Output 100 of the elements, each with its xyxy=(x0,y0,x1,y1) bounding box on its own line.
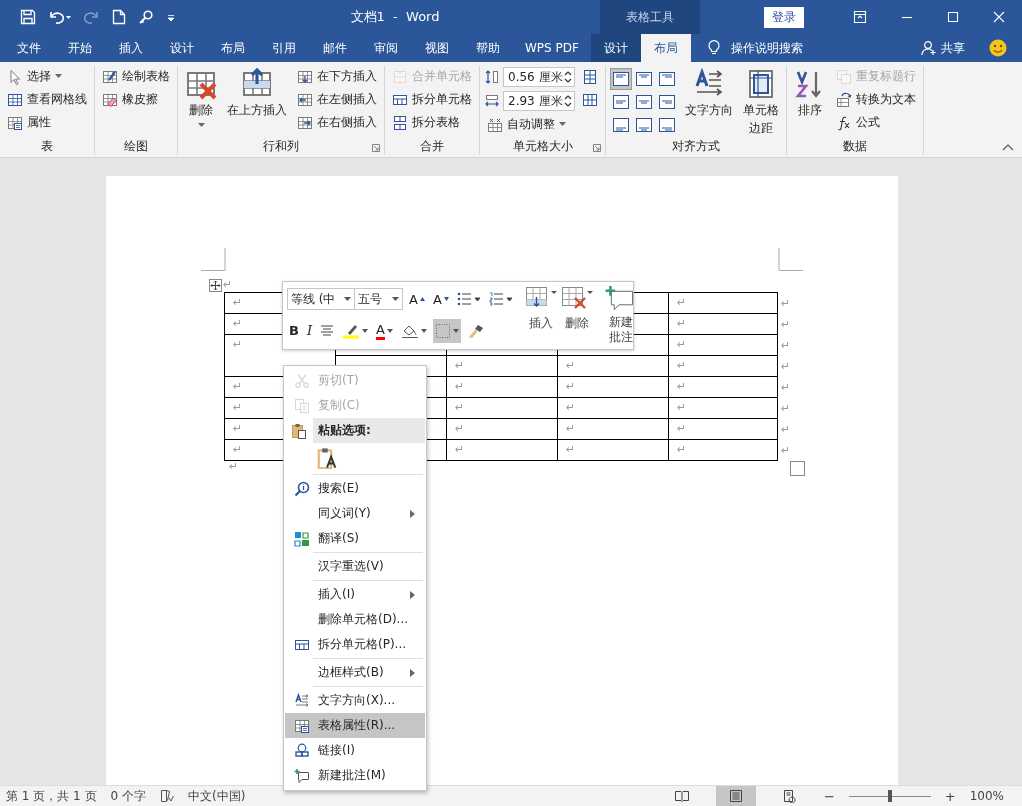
ribbon-button[interactable]: 拆分单元格 xyxy=(389,89,475,110)
row-end-mark: ↵ xyxy=(781,359,791,373)
ribbon-button[interactable]: 在右侧插入 xyxy=(294,112,380,133)
save-icon[interactable] xyxy=(20,9,36,25)
distribute-rows-icon xyxy=(582,68,598,85)
menu-item[interactable]: 搜索(E) xyxy=(285,476,425,501)
font-size-field[interactable]: 五号 xyxy=(354,288,403,310)
zoom-out-button[interactable]: − xyxy=(823,788,835,804)
ribbon-tab[interactable]: 布局 xyxy=(207,34,258,62)
number-field[interactable]: 0.56 厘米 xyxy=(503,67,575,87)
word-count[interactable]: 0 个字 xyxy=(110,787,146,805)
view-icon xyxy=(673,789,690,803)
caret-icon xyxy=(420,329,427,333)
ribbon-button[interactable]: 删除 xyxy=(182,66,220,130)
close-icon[interactable] xyxy=(993,11,1005,23)
menu-item[interactable]: 汉字重选(V) xyxy=(285,554,425,579)
ribbon-tab[interactable]: 插入 xyxy=(105,34,156,62)
ribbon-tab[interactable]: 设计 xyxy=(156,34,207,62)
ribbon-tab[interactable]: 开始 xyxy=(54,34,105,62)
ribbon-button[interactable]: 拆分表格 xyxy=(389,112,475,133)
row-end-mark: ↵ xyxy=(781,296,791,310)
cell-end-mark: ↵ xyxy=(677,317,687,330)
proofing-icon[interactable] xyxy=(160,789,174,803)
row-end-mark: ↵ xyxy=(781,380,791,394)
grow-font-button[interactable]: A xyxy=(407,287,427,311)
sign-in-button[interactable]: 登录 xyxy=(764,6,804,28)
language[interactable]: 中文(中国) xyxy=(188,787,246,805)
ribbon-tab[interactable]: 邮件 xyxy=(309,34,360,62)
key-icon[interactable] xyxy=(138,9,154,25)
ribbon-button[interactable]: 属性 xyxy=(4,112,90,133)
shrink-font-button[interactable]: A xyxy=(430,287,451,311)
align-button[interactable] xyxy=(610,68,632,90)
brush-icon xyxy=(466,323,485,339)
ribbon-button[interactable]: 在下方插入 xyxy=(294,66,380,87)
ribbon-button[interactable]: 公式 xyxy=(833,112,919,133)
ribbon-button[interactable]: 在上方插入 xyxy=(224,66,290,120)
ribbon-button[interactable]: 绘制表格 xyxy=(99,66,173,87)
ribbon-tab[interactable]: 文件 xyxy=(3,34,54,62)
bold-button[interactable]: B xyxy=(287,319,301,343)
ribbon-tab[interactable]: WPS PDF xyxy=(513,34,591,62)
delete-button[interactable]: 删除 xyxy=(558,286,595,345)
menu-item[interactable]: 表格属性(R)... xyxy=(285,713,425,738)
ribbon-tab[interactable]: 布局 xyxy=(640,34,691,62)
ribbon-button[interactable]: 排序 xyxy=(791,66,829,120)
ribbon-button[interactable]: 在左侧插入 xyxy=(294,89,380,110)
ribbon-display-options-icon[interactable] xyxy=(853,10,867,24)
ribbon-tab[interactable]: 帮助 xyxy=(462,34,513,62)
ribbon-tab[interactable]: 设计 xyxy=(590,34,641,62)
zoom-in-button[interactable]: + xyxy=(944,788,956,804)
font-field[interactable]: 等线 (中 xyxy=(287,288,355,310)
cell-end-mark: ↵ xyxy=(233,422,243,435)
ribbon-button[interactable]: 文字方向 xyxy=(682,66,736,120)
page-count[interactable]: 第 1 页，共 1 页 xyxy=(6,787,97,805)
ribbon-tab[interactable]: 审阅 xyxy=(360,34,411,62)
zoom-level[interactable]: 100% xyxy=(969,789,1004,803)
new-comment-button[interactable]: 新建 批注 xyxy=(602,286,639,345)
collapse-ribbon-icon[interactable] xyxy=(1002,143,1014,151)
table-move-handle[interactable] xyxy=(209,278,222,292)
ribbon-button[interactable]: 自动调整 xyxy=(484,114,575,135)
italic-button[interactable]: I xyxy=(304,319,315,343)
align-center-icon xyxy=(320,325,335,337)
ribbon-button[interactable]: 查看网格线 xyxy=(4,89,90,110)
menu-item[interactable]: 链接(I) xyxy=(285,738,425,763)
menu-item[interactable]: 新建批注(M) xyxy=(285,763,425,788)
table-resize-handle[interactable] xyxy=(790,461,805,476)
menu-item[interactable]: 翻译(S) xyxy=(285,526,425,551)
maximize-icon[interactable] xyxy=(947,11,959,23)
menu-item[interactable]: 边框样式(B) xyxy=(285,660,425,685)
number-field[interactable]: 2.93 厘米 xyxy=(503,91,575,111)
print-layout-icon[interactable] xyxy=(715,786,756,806)
smiley-icon[interactable] xyxy=(989,39,1007,57)
menu-item[interactable]: 删除单元格(D)... xyxy=(285,607,425,632)
ribbon-tab[interactable]: 视图 xyxy=(411,34,462,62)
dialog-launcher-icon[interactable] xyxy=(593,144,601,152)
insert-button[interactable]: 插入 xyxy=(522,286,559,345)
view-icon xyxy=(727,789,744,803)
ribbon-tab[interactable]: 引用 xyxy=(258,34,309,62)
ribbon-button[interactable]: 转换为文本 xyxy=(833,89,919,110)
new-document-icon[interactable] xyxy=(112,9,126,25)
ribbon-button[interactable]: 橡皮擦 xyxy=(99,89,173,110)
borders-button[interactable] xyxy=(432,319,461,343)
tell-me-search[interactable]: 操作说明搜索 xyxy=(730,39,803,57)
redo-icon[interactable] xyxy=(84,9,100,25)
cursor-icon xyxy=(7,68,23,85)
font-color-button[interactable]: A xyxy=(374,319,395,343)
group-label: 单元格大小 xyxy=(512,137,573,155)
menu-item[interactable]: 插入(I) xyxy=(285,582,425,607)
undo-icon[interactable] xyxy=(48,9,72,25)
menu-item[interactable]: 文字方向(X)... xyxy=(285,688,425,713)
menu-item[interactable]: 拆分单元格(P)... xyxy=(285,632,425,657)
dialog-launcher-icon[interactable] xyxy=(372,144,380,152)
zoom-slider-thumb[interactable] xyxy=(887,790,892,802)
ribbon-button[interactable]: 单元格 边距 xyxy=(740,66,782,138)
share-button[interactable]: 共享 xyxy=(921,34,965,62)
cell-end-mark: ↵ xyxy=(233,338,243,351)
person-icon xyxy=(921,40,937,56)
align-icon xyxy=(613,95,629,109)
split-table-icon xyxy=(392,114,408,131)
ribbon-button[interactable]: 选择 xyxy=(4,66,90,87)
menu-item[interactable]: 同义词(Y) xyxy=(285,501,425,526)
